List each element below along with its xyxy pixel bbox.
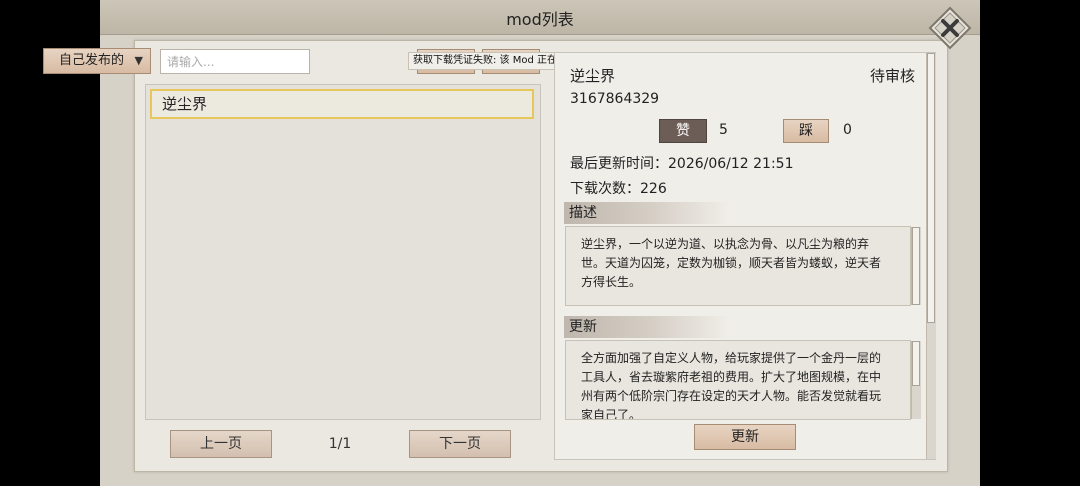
description-header: 描述 [564, 202, 729, 224]
dislike-count: 0 [843, 122, 852, 138]
changelog-scrollbar[interactable] [911, 341, 921, 419]
description-box: 逆尘界，一个以逆为道、以执念为骨、以凡尘为粮的弃世。天道为囚笼，定数为枷锁，顺天… [565, 226, 911, 306]
next-page-button[interactable]: 下一页 [409, 430, 511, 458]
filter-dropdown[interactable]: 自己发布的 ▼ [43, 48, 151, 74]
mod-detail-panel: 逆尘界 待审核 3167864329 赞 5 踩 0 最后更新时间：2026/0… [554, 52, 936, 460]
detail-scrollbar[interactable] [926, 53, 936, 459]
right-letterbox [980, 0, 1080, 486]
changelog-scrollbar-thumb[interactable] [912, 341, 920, 386]
changelog-text: 全方面加强了自定义人物，给玩家提供了一个金丹一层的工具人，省去璇紫府老祖的费用。… [581, 351, 882, 420]
last-update-time: 最后更新时间：2026/06/12 21:51 [570, 156, 794, 172]
download-count: 下载次数：226 [570, 181, 667, 197]
mod-name: 逆尘界 [570, 67, 616, 85]
close-icon [928, 6, 972, 50]
filter-dropdown-label: 自己发布的 [59, 53, 125, 68]
dislike-button[interactable]: 踩 [783, 119, 829, 143]
changelog-header: 更新 [564, 316, 729, 338]
mod-list: 逆尘界 [145, 84, 541, 420]
list-item[interactable]: 逆尘界 [150, 89, 534, 119]
detail-scrollbar-thumb[interactable] [927, 53, 935, 323]
mod-id: 3167864329 [570, 91, 660, 107]
chevron-down-icon: ▼ [134, 54, 143, 67]
close-button[interactable] [928, 6, 972, 50]
description-text: 逆尘界，一个以逆为道、以执念为骨、以凡尘为粮的弃世。天道为囚笼，定数为枷锁，顺天… [581, 237, 882, 289]
window-title: mod列表 [506, 10, 574, 29]
search-input[interactable] [160, 49, 310, 74]
like-button[interactable]: 赞 [659, 119, 707, 143]
page-indicator: 1/1 [328, 436, 352, 452]
prev-page-button[interactable]: 上一页 [170, 430, 272, 458]
status-badge: 待审核 [869, 67, 915, 85]
update-button[interactable]: 更新 [694, 424, 796, 450]
description-scrollbar[interactable] [911, 227, 921, 305]
description-scrollbar-thumb[interactable] [912, 227, 920, 305]
changelog-box: 全方面加强了自定义人物，给玩家提供了一个金丹一层的工具人，省去璇紫府老祖的费用。… [565, 340, 911, 420]
like-count: 5 [719, 122, 728, 138]
title-bar: mod列表 [100, 0, 980, 35]
